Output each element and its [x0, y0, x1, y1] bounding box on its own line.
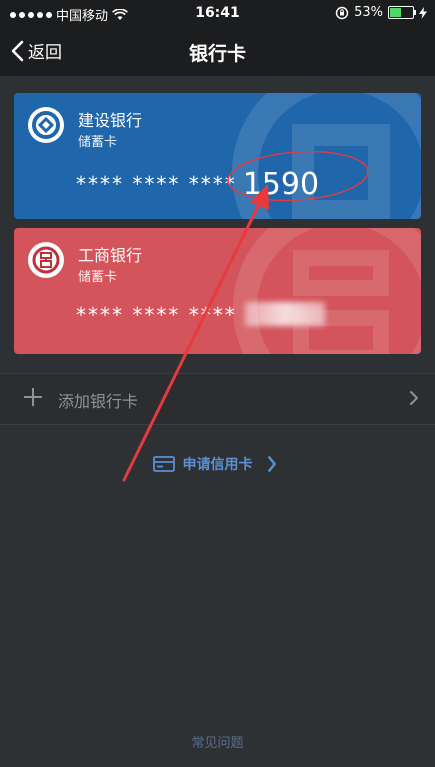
chevron-right-icon: [267, 456, 276, 472]
icbc-logo-icon: [28, 242, 64, 278]
page-title: 银行卡: [188, 43, 246, 65]
apply-credit-card-label: 申请信用卡: [182, 457, 253, 473]
navigation-bar: 返回 银行卡: [0, 28, 435, 76]
status-right: 53%: [335, 5, 427, 20]
ccb-logo-icon: [28, 107, 64, 143]
card-number: **** **** **** 1590: [76, 167, 319, 202]
card-bank-name: 工商银行: [78, 246, 143, 265]
apply-credit-card-link[interactable]: 申请信用卡: [0, 454, 435, 474]
card-number-masked: **** **** ****: [76, 172, 237, 196]
chevron-right-icon: [410, 391, 418, 405]
credit-card-icon: [152, 456, 175, 472]
icbc-watermark-icon: [233, 228, 421, 354]
card-number-redacted: [244, 302, 325, 326]
battery-icon: [388, 6, 416, 19]
faq-link[interactable]: 常见问题: [0, 732, 435, 751]
add-bank-card-label: 添加银行卡: [58, 392, 139, 411]
status-bar: 中国移动 16:41 53%: [0, 0, 435, 28]
card-bank-name: 建设银行: [78, 111, 143, 130]
plus-icon: [24, 388, 42, 406]
card-type: 储蓄卡: [78, 135, 118, 150]
card-number: **** **** ****: [76, 302, 325, 327]
bank-card-icbc[interactable]: 工商银行 储蓄卡 **** **** ****: [14, 228, 421, 354]
card-number-masked: **** **** ****: [76, 303, 237, 327]
orientation-lock-icon: [335, 6, 349, 19]
card-number-last-digits: 1590: [242, 167, 320, 202]
add-bank-card-row[interactable]: 添加银行卡: [0, 373, 435, 425]
bank-cards-screen: 中国移动 16:41 53% 返回 银行卡 建设银行 储蓄卡 **** ****…: [0, 0, 435, 767]
battery-percent: 53%: [354, 5, 383, 20]
charging-icon: [419, 6, 427, 19]
bank-card-ccb[interactable]: 建设银行 储蓄卡 **** **** **** 1590: [14, 93, 421, 219]
card-type: 储蓄卡: [78, 270, 118, 285]
